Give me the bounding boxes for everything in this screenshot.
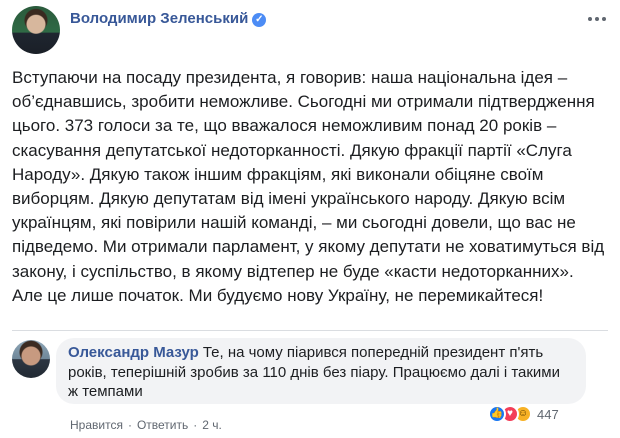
author-avatar[interactable] bbox=[12, 6, 60, 54]
comment-avatar[interactable] bbox=[12, 340, 50, 378]
comment-bubble: Олександр Мазур Те, на чому піарився попе… bbox=[56, 338, 586, 404]
separator: · bbox=[193, 418, 198, 432]
post-text: Вступаючи на посаду президента, я говори… bbox=[12, 68, 605, 305]
reaction-count: 447 bbox=[537, 406, 559, 422]
more-options-icon[interactable] bbox=[588, 8, 612, 22]
author-name-row: Володимир Зеленський ✓ bbox=[70, 10, 267, 27]
comment-actions: Нравится · Ответить · 2 ч. bbox=[70, 418, 222, 432]
separator: · bbox=[127, 418, 132, 432]
post-header: Володимир Зеленський ✓ bbox=[12, 6, 612, 56]
comment-author[interactable]: Олександр Мазур bbox=[68, 344, 199, 361]
like-icon: 👍 bbox=[488, 405, 506, 423]
reply-link[interactable]: Ответить bbox=[137, 418, 188, 432]
reactions[interactable]: 👍 ♥ ☺ 447 bbox=[488, 403, 559, 425]
verified-icon: ✓ bbox=[252, 13, 267, 27]
author-name[interactable]: Володимир Зеленський bbox=[70, 10, 248, 27]
like-link[interactable]: Нравится bbox=[70, 418, 123, 432]
timestamp[interactable]: 2 ч. bbox=[202, 418, 222, 432]
divider bbox=[12, 330, 608, 331]
